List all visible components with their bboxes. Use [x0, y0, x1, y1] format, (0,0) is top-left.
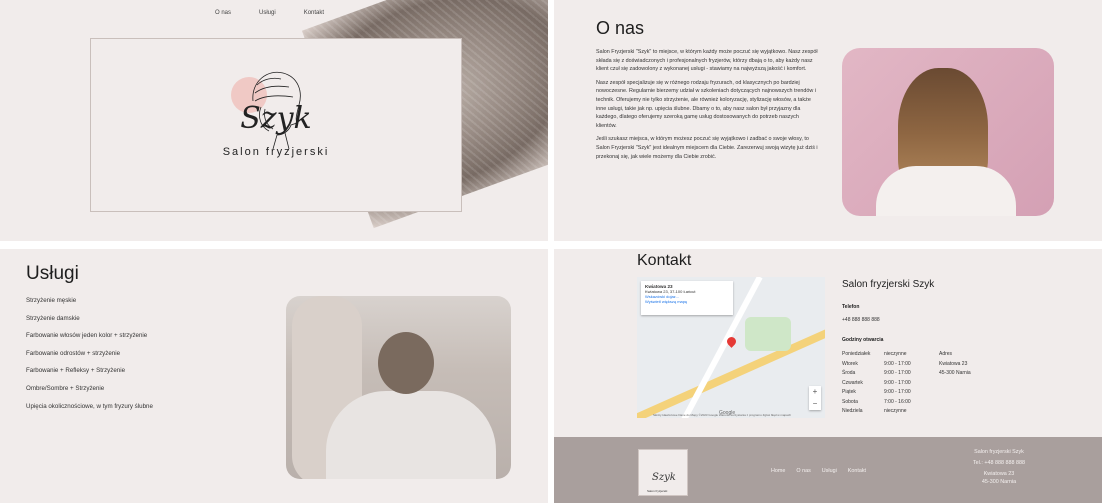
salon-name: Salon fryzjerski Szyk	[842, 279, 935, 290]
about-paragraph: Nasz zespół specjalizuje się w różnego r…	[596, 79, 816, 129]
hours-day: Czwartek	[842, 379, 863, 386]
address-line	[939, 408, 999, 418]
phone-value: +48 888 888 888	[842, 317, 880, 323]
google-map[interactable]: Kwiatowa 23 Kwiatowa 23, 37-100 Łańcut W…	[637, 277, 825, 418]
services-photo	[286, 296, 511, 479]
hours-day: Wtorek	[842, 360, 858, 367]
about-text: Salon Fryzjerski "Szyk" to miejsce, w kt…	[596, 48, 818, 166]
hours-row: Środa 9:00 - 17:00 45-300 Narnia	[842, 370, 999, 380]
hours-day: Środa	[842, 370, 856, 376]
photo-cape	[326, 391, 496, 479]
service-item: Farbowanie włosów jeden kolor + strzyżen…	[26, 332, 148, 340]
footer-logo-subtitle: Salon fryzjerski	[647, 489, 668, 493]
contact-section: Kontakt Kwiatowa 23 Kwiatowa 23, 37-100 …	[554, 249, 1102, 503]
footer-phone: Tel.: +48 888 888 888	[972, 460, 1025, 466]
footer-logo[interactable]: Szyk Salon fryzjerski	[638, 449, 688, 496]
address-line	[939, 399, 999, 409]
nav-link-uslugi[interactable]: Usługi	[259, 10, 276, 16]
about-section: O nas Salon Fryzjerski "Szyk" to miejsce…	[554, 0, 1102, 241]
logo-card: Szyk Salon fryzjerski	[90, 38, 462, 212]
service-item: Strzyżenie męskie	[26, 297, 77, 304]
footer-salon-name: Salon fryzjerski Szyk	[974, 449, 1024, 455]
map-park	[745, 317, 791, 351]
logo-wordmark: Szyk	[240, 101, 312, 136]
map-larger-link[interactable]: Wyświetl większą mapę	[645, 299, 729, 304]
address-line	[939, 380, 999, 390]
hours-table: Poniedziałek nieczynne Adres Wtorek 9:00 - …	[842, 351, 999, 418]
hours-row: Niedziela nieczynne	[842, 408, 999, 418]
footer-link-uslugi[interactable]: Usługi	[822, 468, 837, 474]
hours-time: 9:00 - 17:00	[884, 360, 911, 367]
footer-nav: Home O nas Usługi Kontakt	[771, 468, 866, 474]
phone-label: Telefon	[842, 304, 860, 310]
services-list: Strzyżenie męskie Strzyżenie damskie Far…	[26, 297, 153, 420]
nav-link-kontakt[interactable]: Kontakt	[304, 10, 324, 16]
service-item: Upięcia okolicznościowe, w tym fryzury ś…	[26, 402, 153, 410]
zoom-in-button[interactable]: +	[809, 386, 821, 398]
hours-time: nieczynne	[884, 408, 907, 414]
hours-day: Sobota	[842, 398, 858, 405]
about-paragraph: Salon Fryzjerski "Szyk" to miejsce, w kt…	[596, 49, 818, 73]
map-info-card: Kwiatowa 23 Kwiatowa 23, 37-100 Łańcut W…	[641, 281, 733, 315]
map-zoom-control: + −	[809, 386, 821, 410]
hours-time: 7:00 - 16:00	[884, 398, 911, 405]
hours-time: nieczynne	[884, 351, 907, 357]
footer-logo-word: Szyk	[652, 472, 676, 483]
address-line	[939, 389, 999, 399]
zoom-out-button[interactable]: −	[809, 398, 821, 410]
hours-row: Poniedziałek nieczynne Adres	[842, 351, 999, 361]
about-photo	[842, 48, 1054, 216]
service-item: Farbowanie odrostów + strzyżenie	[26, 349, 121, 357]
hero-section: O nas Usługi Kontakt Szyk Salon fryzjers…	[0, 0, 548, 241]
footer-street: Kwiatowa 23	[983, 471, 1015, 477]
hours-row: Piątek 9:00 - 17:00	[842, 389, 999, 399]
about-title: O nas	[596, 18, 645, 38]
footer-link-o-nas[interactable]: O nas	[796, 468, 810, 474]
top-nav: O nas Usługi Kontakt	[215, 10, 324, 16]
nav-link-o-nas[interactable]: O nas	[215, 10, 231, 16]
service-item: Farbowanie + Refleksy + Strzyżenie	[26, 367, 126, 375]
hours-time: 9:00 - 17:00	[884, 370, 911, 376]
hours-row: Sobota 7:00 - 16:00	[842, 399, 999, 409]
footer-city: 45-300 Narnia	[981, 479, 1017, 485]
hours-label: Godziny otwarcia	[842, 337, 884, 343]
address-line: 45-300 Narnia	[939, 370, 971, 376]
service-item: Ombre/Sombre + Strzyżenie	[26, 384, 105, 392]
site-footer: Szyk Salon fryzjerski Home O nas Usługi …	[554, 437, 1102, 503]
photo-shirt	[876, 166, 1016, 216]
map-attribution: Skróty klawiszowe Dane do Mapy ©2023 Goo…	[653, 413, 791, 417]
footer-contact: Salon fryzjerski Szyk Tel.: +48 888 888 …	[944, 448, 1054, 489]
service-item: Strzyżenie damskie	[26, 314, 80, 322]
address-line: Kwiatowa 23	[939, 360, 968, 367]
hours-row: Wtorek 9:00 - 17:00 Kwiatowa 23	[842, 361, 999, 371]
contact-title: Kontakt	[637, 252, 692, 269]
photo-head	[378, 332, 434, 394]
hours-day: Poniedziałek	[842, 351, 871, 357]
hours-day: Piątek	[842, 389, 856, 395]
footer-link-kontakt[interactable]: Kontakt	[848, 468, 866, 474]
hours-time: 9:00 - 17:00	[884, 379, 911, 386]
hours-day: Niedziela	[842, 408, 863, 414]
services-title: Usługi	[26, 263, 79, 284]
hours-time: 9:00 - 17:00	[884, 389, 911, 395]
about-paragraph: Jeśli szukasz miejsca, w którym możesz p…	[596, 136, 818, 160]
services-section: Usługi Strzyżenie męskie Strzyżenie dams…	[0, 249, 548, 503]
address-line: Adres	[939, 351, 953, 357]
footer-link-home[interactable]: Home	[771, 468, 785, 474]
hours-row: Czwartek 9:00 - 17:00	[842, 380, 999, 390]
